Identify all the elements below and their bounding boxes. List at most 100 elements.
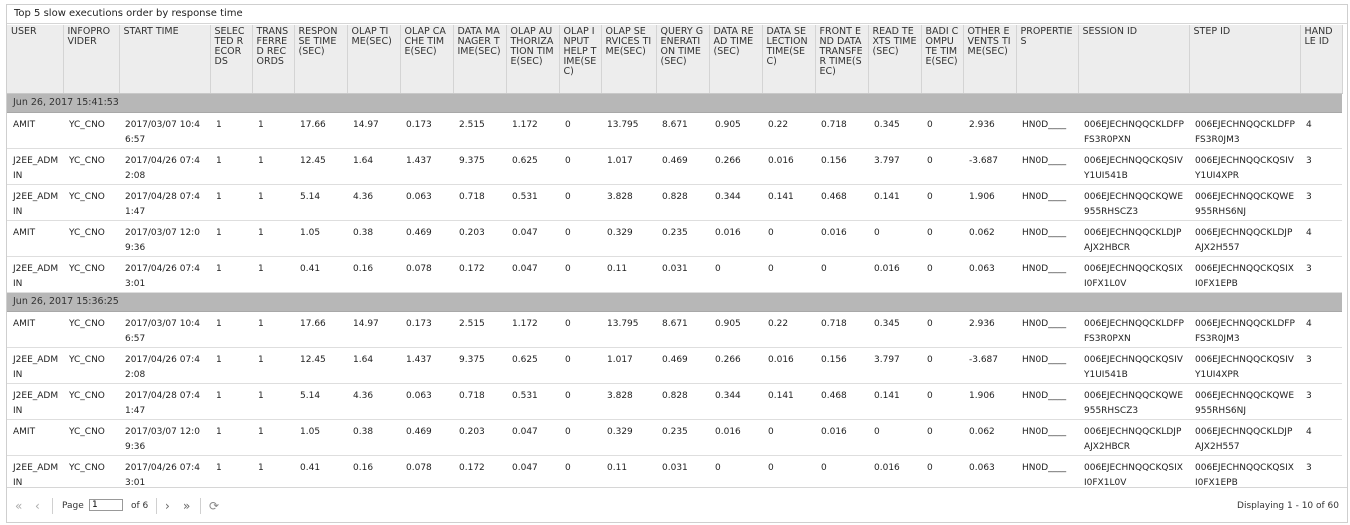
group-header-row[interactable]: Jun 26, 2017 15:36:25 xyxy=(7,292,1342,312)
table-cell: 3 xyxy=(1300,347,1342,384)
column-header[interactable]: OLAP CACHE TIME(SEC) xyxy=(400,25,454,94)
table-cell: 3.797 xyxy=(868,148,921,185)
column-header[interactable]: BADI COMPUTE TIME(SEC) xyxy=(921,25,964,94)
table-row[interactable]: J2EE_ADMIN YC_CNO 2017/04/28 07:41:47 1 1 5.1… xyxy=(7,383,1342,420)
table-cell: 1 xyxy=(210,256,252,293)
refresh-icon[interactable]: ⟳ xyxy=(209,500,219,512)
table-cell: 006EJECHNQQCKQWE955RHS6NJ xyxy=(1189,184,1300,221)
page-count-label: of 6 xyxy=(131,501,149,511)
group-header-row[interactable]: Jun 26, 2017 15:41:53 xyxy=(7,93,1342,113)
last-page-icon[interactable]: » xyxy=(183,500,190,512)
table-cell: 8.671 xyxy=(656,112,709,149)
table-cell: 1 xyxy=(252,383,294,420)
table-cell: YC_CNO xyxy=(63,256,119,293)
table-cell: 0.062 xyxy=(963,220,1016,257)
pager-separator xyxy=(200,498,201,514)
table-cell: 0.469 xyxy=(400,419,453,456)
column-header[interactable]: INFOPROVIDER xyxy=(63,25,120,94)
table-cell: 0 xyxy=(709,256,762,293)
table-cell: 1.017 xyxy=(601,148,656,185)
column-header[interactable]: STEP ID xyxy=(1189,25,1301,94)
table-cell: 1 xyxy=(252,112,294,149)
table-row[interactable]: AMIT YC_CNO 2017/03/07 10:46:57 1 1 17.66 14.9… xyxy=(7,311,1342,348)
table-cell: 1 xyxy=(210,112,252,149)
column-header[interactable]: SELECTED RECORDS xyxy=(210,25,253,94)
table-row[interactable]: J2EE_ADMIN YC_CNO 2017/04/28 07:41:47 1 1 5.1… xyxy=(7,184,1342,221)
table-cell: 006EJECHNQQCKLDFPFS3R0JM3 xyxy=(1189,112,1300,149)
table-cell: 006EJECHNQQCKLDJPAJX2HBCR xyxy=(1078,419,1189,456)
next-page-icon[interactable]: › xyxy=(165,500,170,512)
table-cell: 0 xyxy=(815,256,868,293)
column-header[interactable]: OLAP INPUT HELP TIME(SEC) xyxy=(559,25,602,94)
table-cell: 2017/04/28 07:41:47 xyxy=(119,184,210,221)
table-row[interactable]: AMIT YC_CNO 2017/03/07 12:09:36 1 1 1.05 0.38 0… xyxy=(7,419,1342,456)
table-row[interactable]: AMIT YC_CNO 2017/03/07 12:09:36 1 1 1.05 0.38 0… xyxy=(7,220,1342,257)
table-cell: 5.14 xyxy=(294,184,347,221)
table-cell: 1 xyxy=(210,184,252,221)
table-cell: 0.718 xyxy=(815,112,868,149)
table-cell: HN0D____ xyxy=(1016,148,1078,185)
table-cell: 14.97 xyxy=(347,112,400,149)
column-header[interactable]: PROPERTIES xyxy=(1016,25,1079,94)
column-header[interactable]: SESSION ID xyxy=(1078,25,1190,94)
table-row[interactable]: J2EE_ADMIN YC_CNO 2017/04/26 07:43:01 1 1 0.4… xyxy=(7,256,1342,293)
table-cell: 1.172 xyxy=(506,311,559,348)
table-cell: J2EE_ADMIN xyxy=(7,148,63,185)
column-header[interactable]: HANDLE ID xyxy=(1300,25,1343,94)
table-cell: 0 xyxy=(921,419,963,456)
column-header[interactable]: RESPONSE TIME(SEC) xyxy=(294,25,348,94)
page-number-input[interactable] xyxy=(89,499,123,511)
table-cell: 1.437 xyxy=(400,347,453,384)
column-header[interactable]: OLAP AUTHORIZATION TIME(SEC) xyxy=(506,25,560,94)
column-header[interactable]: READ TEXTS TIME(SEC) xyxy=(868,25,922,94)
table-cell: 0.625 xyxy=(506,347,559,384)
column-header[interactable]: OLAP SERVICES TIME(SEC) xyxy=(601,25,657,94)
table-row[interactable]: J2EE_ADMIN YC_CNO 2017/04/26 07:42:08 1 1 12.… xyxy=(7,347,1342,384)
table-cell: 0 xyxy=(921,112,963,149)
column-header[interactable]: TRANSFERRED RECORDS xyxy=(252,25,295,94)
column-header[interactable]: QUERY GENERATION TIME(SEC) xyxy=(656,25,710,94)
table-cell: 0 xyxy=(559,184,601,221)
column-header[interactable]: OLAP TIME(SEC) xyxy=(347,25,401,94)
table-cell: 4 xyxy=(1300,419,1342,456)
table-cell: 2.515 xyxy=(453,311,506,348)
table-cell: 0.828 xyxy=(656,184,709,221)
column-header[interactable]: OTHER EVENTS TIME(SEC) xyxy=(963,25,1017,94)
column-header[interactable]: DATA MANAGER TIME(SEC) xyxy=(453,25,507,94)
table-cell: 0.22 xyxy=(762,311,815,348)
table-cell: 0 xyxy=(921,383,963,420)
column-header[interactable]: DATA SELECTION TIME(SEC) xyxy=(762,25,816,94)
table-cell: 0.016 xyxy=(762,347,815,384)
table-cell: 1 xyxy=(210,148,252,185)
table-cell: 17.66 xyxy=(294,311,347,348)
prev-page-icon[interactable]: ‹ xyxy=(35,500,40,512)
table-row[interactable]: AMIT YC_CNO 2017/03/07 10:46:57 1 1 17.66 14.9… xyxy=(7,112,1342,149)
slow-executions-panel: Top 5 slow executions order by response … xyxy=(6,4,1348,523)
table-cell: 0.266 xyxy=(709,347,762,384)
table-cell: 0 xyxy=(868,419,921,456)
table-cell: HN0D____ xyxy=(1016,220,1078,257)
table-cell: 8.671 xyxy=(656,311,709,348)
table-cell: 0.203 xyxy=(453,220,506,257)
table-cell: 0.062 xyxy=(963,419,1016,456)
table-cell: J2EE_ADMIN xyxy=(7,184,63,221)
table-row[interactable]: J2EE_ADMIN YC_CNO 2017/04/26 07:42:08 1 1 12.… xyxy=(7,148,1342,185)
table-cell: 0.047 xyxy=(506,419,559,456)
table-cell: 0.345 xyxy=(868,112,921,149)
table-cell: 3 xyxy=(1300,383,1342,420)
table-cell: 12.45 xyxy=(294,148,347,185)
column-header[interactable]: START TIME xyxy=(119,25,211,94)
table-cell: 2017/03/07 10:46:57 xyxy=(119,311,210,348)
table-cell: YC_CNO xyxy=(63,383,119,420)
table-cell: 0 xyxy=(921,220,963,257)
table-cell: YC_CNO xyxy=(63,184,119,221)
column-header[interactable]: FRONT END DATA TRANSFER TIME(SEC) xyxy=(815,25,869,94)
table-cell: 0.203 xyxy=(453,419,506,456)
table-cell: AMIT xyxy=(7,311,63,348)
table-cell: 0.016 xyxy=(709,220,762,257)
table-cell: 2.936 xyxy=(963,112,1016,149)
column-header[interactable]: DATA READ TIME(SEC) xyxy=(709,25,763,94)
column-header[interactable]: USER xyxy=(7,25,64,94)
table-cell: 006EJECHNQQCKQWE955RHS6NJ xyxy=(1189,383,1300,420)
first-page-icon[interactable]: « xyxy=(15,500,22,512)
